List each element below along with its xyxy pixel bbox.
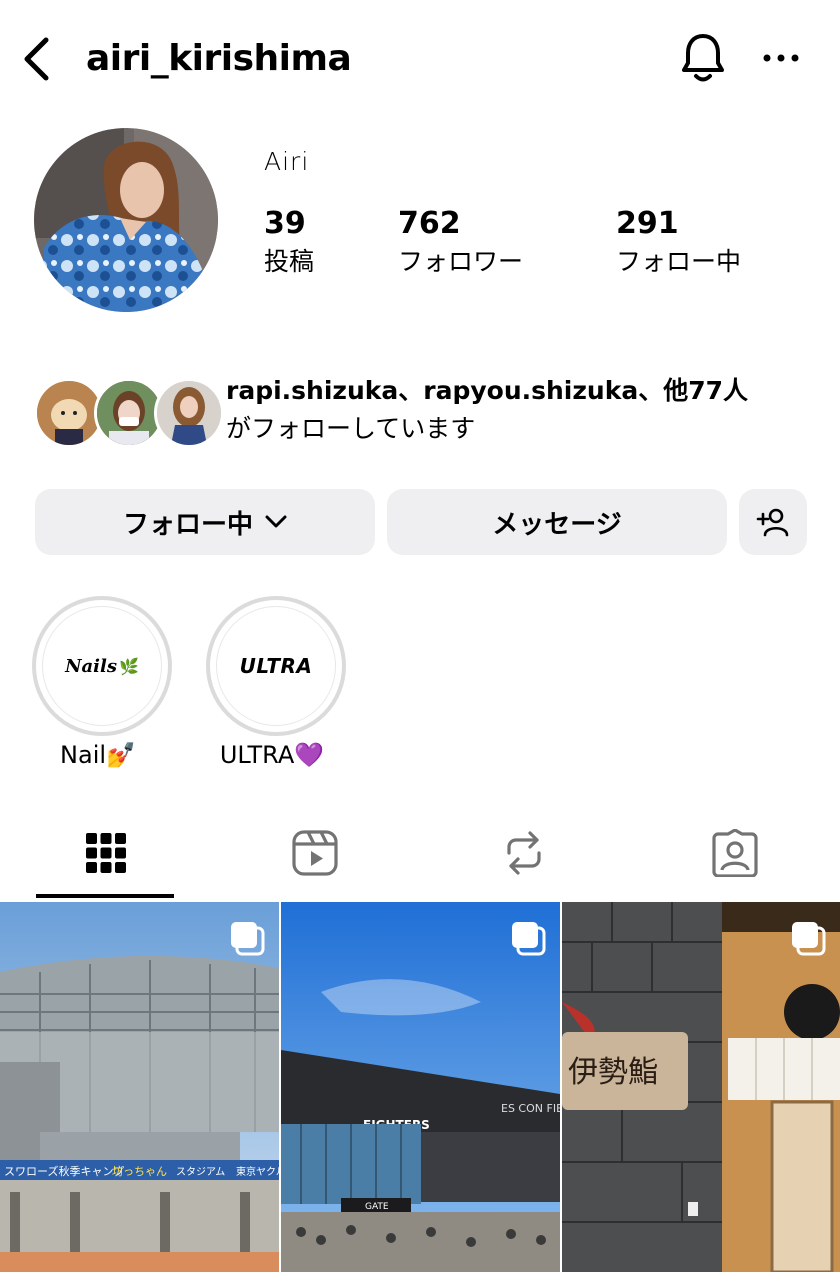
stat-posts[interactable]: 39 投稿 xyxy=(264,204,314,280)
story-highlight-nail[interactable]: Nails 🌿 xyxy=(32,596,172,736)
stat-followers[interactable]: 762 フォロワー xyxy=(398,204,523,280)
post-thumbnail[interactable]: 伊勢鮨 xyxy=(562,902,840,1272)
highlight-cover: Nails 🌿 xyxy=(42,606,162,726)
multiple-photos-icon xyxy=(512,922,546,956)
message-button[interactable]: メッセージ xyxy=(387,489,727,555)
display-name: Airi xyxy=(264,147,310,176)
add-person-icon xyxy=(756,508,789,537)
post-thumbnail[interactable]: スワローズ秋季キャンプ 坊っちゃん スタジアム 東京ヤクル xyxy=(0,902,279,1272)
banner-text: スタジアム xyxy=(176,1166,225,1178)
followed-by-names: rapi.shizuka、rapyou.shizuka xyxy=(226,376,639,405)
grid-icon xyxy=(86,833,126,873)
notifications-button[interactable] xyxy=(676,30,730,86)
reels-icon xyxy=(292,830,338,876)
message-button-label: メッセージ xyxy=(492,509,622,540)
tab-tagged[interactable] xyxy=(685,822,785,884)
highlight-label-ultra: ULTRA💜 xyxy=(219,741,325,769)
banner-text: スワローズ秋季キャンプ xyxy=(4,1164,124,1178)
more-horizontal-icon xyxy=(763,54,799,62)
following-label: フォロー中 xyxy=(616,247,742,276)
leaf-icon: 🌿 xyxy=(119,656,139,676)
tagged-person-icon xyxy=(712,829,758,877)
post-thumbnail[interactable]: FIGHTERS ES CON FIE GATE xyxy=(281,902,560,1272)
tab-reels[interactable] xyxy=(265,822,365,884)
highlight-label-nail: Nail💅 xyxy=(60,741,136,769)
banner-text: 東京ヤクル xyxy=(236,1165,279,1178)
banner-text: 坊っちゃん xyxy=(112,1164,167,1178)
highlight-cover: ULTRA xyxy=(216,606,336,726)
bell-icon xyxy=(682,34,724,82)
highlight-cover-text: ULTRA xyxy=(239,654,313,678)
posts-count: 39 xyxy=(264,206,306,241)
multiple-photos-icon xyxy=(792,922,826,956)
back-button[interactable] xyxy=(14,34,58,84)
chevron-left-icon xyxy=(24,37,49,81)
profile-avatar[interactable] xyxy=(34,128,218,312)
suggest-users-button[interactable] xyxy=(739,489,807,555)
followers-label: フォロワー xyxy=(398,247,524,276)
chevron-down-icon xyxy=(265,515,287,528)
active-tab-indicator xyxy=(36,894,174,898)
highlight-cover-text: Nails xyxy=(65,655,117,677)
followed-by-suffix: がフォローしています xyxy=(226,414,476,443)
gate-sign: GATE xyxy=(365,1202,389,1212)
following-button-label: フォロー中 xyxy=(122,509,253,540)
restaurant-sign: 伊勢鮨 xyxy=(568,1055,658,1090)
multiple-photos-icon xyxy=(231,922,265,956)
profile-username: airi_kirishima xyxy=(86,38,352,79)
followers-count: 762 xyxy=(398,206,461,241)
following-button[interactable]: フォロー中 xyxy=(35,489,375,555)
tab-posts-grid[interactable] xyxy=(56,822,156,884)
mutual-follower-avatar xyxy=(154,378,224,448)
tab-reposts[interactable] xyxy=(474,822,574,884)
stadium-sign: ES CON FIE xyxy=(501,1102,560,1115)
story-highlight-ultra[interactable]: ULTRA xyxy=(206,596,346,736)
followed-by-text[interactable]: rapi.shizuka、rapyou.shizuka、他77人 がフォローして… xyxy=(226,372,826,448)
repost-icon xyxy=(507,831,541,875)
more-options-button[interactable] xyxy=(756,36,806,80)
following-count: 291 xyxy=(616,206,679,241)
followed-by-rest: 、他77人 xyxy=(638,376,749,405)
posts-label: 投稿 xyxy=(264,247,315,276)
stat-following[interactable]: 291 フォロー中 xyxy=(616,204,741,280)
